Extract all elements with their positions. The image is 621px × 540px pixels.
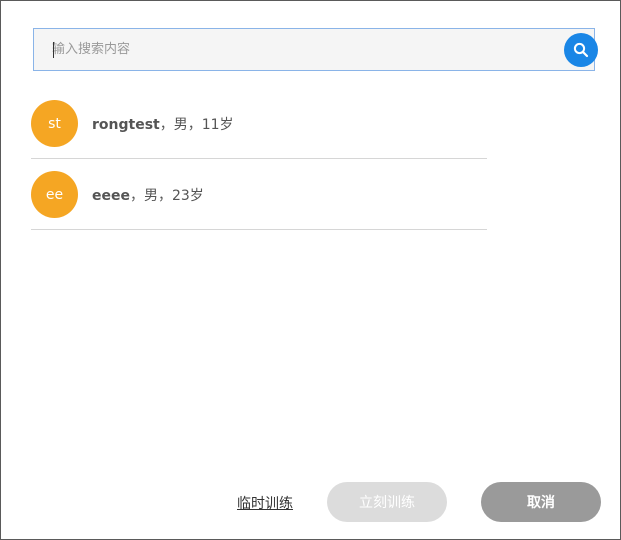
trainee-details: ，男，23岁 [129, 188, 204, 204]
cancel-label: 取消 [527, 495, 555, 511]
start-now-button[interactable]: 立刻训练 [327, 482, 447, 522]
cancel-button[interactable]: 取消 [481, 482, 601, 522]
select-trainee-dialog: st rongtest，男，11岁 ee eeee，男，23岁 临时训练 立刻训… [0, 0, 621, 540]
text-caret [53, 42, 54, 58]
start-now-label: 立刻训练 [359, 495, 415, 511]
trainee-info: eeee，男，23岁 [92, 185, 204, 205]
trainee-name: eeee [92, 188, 130, 204]
search-button[interactable] [564, 33, 598, 67]
search-box [33, 28, 595, 71]
avatar-initials: st [48, 115, 61, 132]
avatar: ee [31, 171, 78, 218]
avatar: st [31, 100, 78, 147]
list-item[interactable]: st rongtest，男，11岁 [31, 88, 487, 159]
trainee-details: ，男，11岁 [159, 117, 234, 133]
trainee-name: rongtest [92, 117, 160, 133]
search-icon [573, 42, 589, 58]
list-item[interactable]: ee eeee，男，23岁 [31, 159, 487, 230]
search-input[interactable] [52, 29, 552, 70]
temp-training-link[interactable]: 临时训练 [237, 493, 293, 513]
trainee-list: st rongtest，男，11岁 ee eeee，男，23岁 [31, 88, 487, 230]
avatar-initials: ee [45, 186, 64, 203]
trainee-info: rongtest，男，11岁 [92, 114, 234, 134]
